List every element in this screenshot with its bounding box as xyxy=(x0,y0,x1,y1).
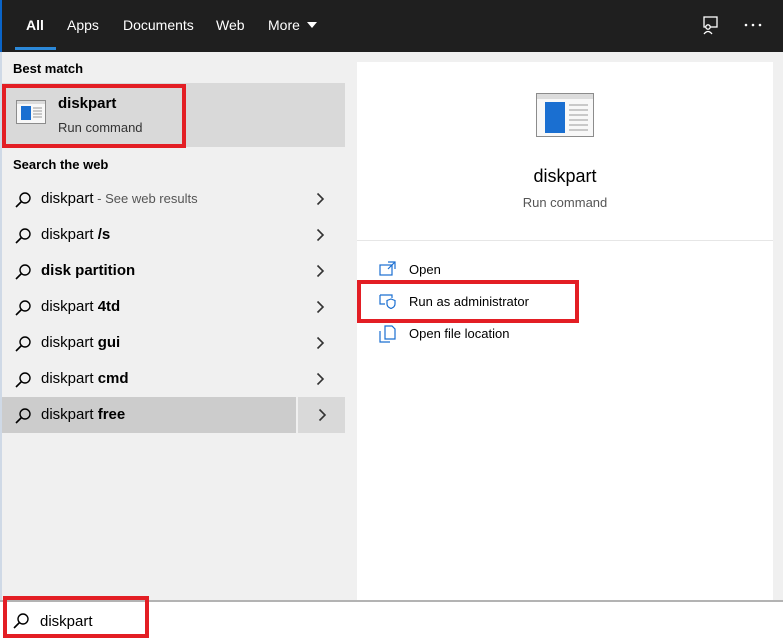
web-result-text: diskpart cmd xyxy=(41,370,129,387)
detail-divider xyxy=(357,240,773,241)
search-icon xyxy=(14,299,32,322)
run-command-large-icon xyxy=(536,93,594,142)
search-icon xyxy=(12,612,30,635)
web-result-bold: gui xyxy=(97,334,121,351)
best-match-title: diskpart xyxy=(58,95,117,112)
web-result-text: disk partition xyxy=(41,262,135,279)
search-icon xyxy=(14,335,32,358)
search-icon xyxy=(14,263,32,286)
web-result-row[interactable]: diskpart free xyxy=(2,397,345,433)
web-result-prefix: diskpart xyxy=(41,298,98,315)
web-result-row[interactable]: diskpart - See web results xyxy=(2,181,345,217)
open-file-location-action[interactable]: Open file location xyxy=(379,322,599,346)
web-result-prefix: diskpart xyxy=(41,406,98,423)
chevron-right-icon[interactable] xyxy=(296,397,345,433)
web-result-prefix: diskpart xyxy=(41,190,94,207)
search-icon xyxy=(14,407,32,430)
web-result-suffix: - See web results xyxy=(93,191,198,206)
web-result-text: diskpart /s xyxy=(41,226,110,243)
open-action[interactable]: Open xyxy=(379,258,599,282)
search-web-header: Search the web xyxy=(13,157,109,172)
tab-apps[interactable]: Apps xyxy=(67,0,99,52)
best-match-header: Best match xyxy=(13,61,84,76)
web-result-prefix: diskpart xyxy=(41,226,98,243)
open-label: Open xyxy=(409,262,441,277)
chevron-right-icon[interactable] xyxy=(296,289,345,325)
chevron-right-icon[interactable] xyxy=(296,361,345,397)
detail-subtitle: Run command xyxy=(522,195,608,210)
tab-more[interactable]: More xyxy=(268,0,317,52)
chevron-right-icon[interactable] xyxy=(296,217,345,253)
web-result-text: diskpart free xyxy=(41,406,125,423)
search-icon xyxy=(14,191,32,214)
run-as-administrator-action[interactable]: Run as administrator xyxy=(379,290,599,314)
tab-documents[interactable]: Documents xyxy=(123,0,194,52)
detail-pane: diskpart Run command Open Run as adminis… xyxy=(357,62,773,600)
web-result-row[interactable]: diskpart gui xyxy=(2,325,345,361)
search-box[interactable] xyxy=(0,600,783,638)
shield-icon xyxy=(379,294,396,309)
web-result-bold: cmd xyxy=(97,370,129,387)
run-as-administrator-label: Run as administrator xyxy=(409,294,529,309)
detail-title: diskpart xyxy=(533,166,597,186)
accent-edge xyxy=(0,0,2,52)
web-result-prefix: diskpart xyxy=(41,334,98,351)
web-result-bold: /s xyxy=(97,226,111,243)
chevron-right-icon[interactable] xyxy=(296,181,345,217)
web-result-row[interactable]: diskpart cmd xyxy=(2,361,345,397)
chevron-right-icon[interactable] xyxy=(296,325,345,361)
tab-all[interactable]: All xyxy=(15,0,56,52)
web-result-row[interactable]: diskpart 4td xyxy=(2,289,345,325)
web-result-row[interactable]: disk partition xyxy=(2,253,345,289)
web-result-text: diskpart 4td xyxy=(41,298,120,315)
tab-web[interactable]: Web xyxy=(216,0,245,52)
search-input[interactable] xyxy=(40,610,540,632)
open-icon xyxy=(379,261,396,276)
web-result-row[interactable]: diskpart /s xyxy=(2,217,345,253)
web-result-bold: 4td xyxy=(97,298,121,315)
web-result-bold: free xyxy=(97,406,126,423)
web-result-text: diskpart gui xyxy=(41,334,120,351)
best-match-result[interactable]: diskpart Run command xyxy=(2,83,345,147)
chevron-right-icon[interactable] xyxy=(296,253,345,289)
feedback-icon[interactable] xyxy=(700,14,722,36)
open-file-location-label: Open file location xyxy=(409,326,510,341)
web-result-bold: disk partition xyxy=(41,262,136,279)
more-options-icon[interactable] xyxy=(742,14,764,36)
search-icon xyxy=(14,227,32,250)
tab-more-label: More xyxy=(268,17,300,33)
chevron-down-icon xyxy=(306,22,317,28)
file-location-icon xyxy=(379,325,396,343)
search-icon xyxy=(14,371,32,394)
run-command-icon xyxy=(16,100,46,129)
web-result-text: diskpart - See web results xyxy=(41,190,198,207)
web-result-prefix: diskpart xyxy=(41,370,98,387)
search-tab-bar: All Apps Documents Web More xyxy=(0,0,783,52)
best-match-subtitle: Run command xyxy=(58,120,143,135)
